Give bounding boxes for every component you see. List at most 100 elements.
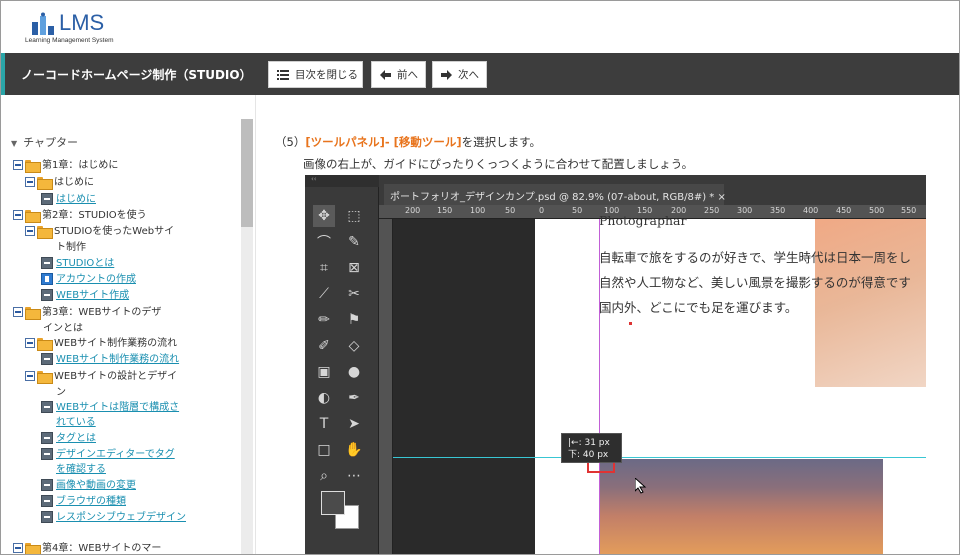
ruler-tick: 300 — [737, 206, 753, 215]
photoshop-screenshot: ‹‹ ✥ ⬚ ⌒ ✎ ⌗ ⊠ ⟋ ✂ ✏ ⚑ ✐ ◇ ▣ ● ◐ ✒ T ➤ □ — [305, 175, 926, 554]
ps-measure-tooltip: |←: 31 px 下: 40 px — [561, 433, 622, 463]
rectangle-tool-icon: □ — [317, 442, 331, 458]
next-label: 次へ — [458, 69, 479, 81]
next-button[interactable]: 次へ — [432, 61, 487, 88]
ruler-tick: 100 — [470, 206, 486, 215]
anchor-dot — [629, 322, 632, 325]
collapse-toggle-icon[interactable] — [13, 210, 23, 220]
path-select-icon: ➤ — [348, 416, 360, 432]
collapse-toggle-icon[interactable] — [25, 371, 35, 381]
eyedropper-icon: ⟋ — [319, 286, 329, 302]
collapse-toggle-icon[interactable] — [25, 226, 35, 236]
tree-section[interactable]: はじめに — [25, 175, 94, 190]
eraser-tool-icon: ◇ — [348, 338, 360, 354]
tree-lesson-link[interactable]: タグとは — [41, 431, 96, 446]
folder-icon — [25, 160, 41, 173]
tree-lesson-link[interactable]: デザインエディターでタグ — [41, 447, 175, 462]
title-accent — [1, 53, 5, 95]
ps-document-tab: ポートフォリオ_デザインカンプ.psd @ 82.9% (07-about, R… — [384, 184, 726, 205]
lesson-icon — [41, 193, 53, 205]
stamp-tool-icon: ⚑ — [347, 312, 361, 328]
prev-button[interactable]: 前へ — [371, 61, 426, 88]
tab-close-icon: × — [714, 192, 726, 203]
tree-lesson-link[interactable]: 画像や動画の変更 — [41, 478, 136, 493]
collapse-toggle-icon[interactable] — [13, 307, 23, 317]
move-tool-highlight: [移動ツール] — [393, 135, 462, 149]
folder-icon — [37, 371, 53, 384]
zoom-tool-icon: ⌕ — [320, 468, 328, 484]
ruler-tick: 200 — [405, 206, 421, 215]
tool-panel-highlight: [ツールパネル] — [305, 135, 385, 149]
logo-subtitle: Learning Management System — [25, 37, 114, 44]
ps-vertical-guide — [599, 219, 600, 554]
list-icon — [277, 69, 289, 80]
collapse-toggle-icon[interactable] — [25, 177, 35, 187]
tree-lesson-link[interactable]: はじめに — [41, 192, 96, 207]
ruler-tick: 50 — [572, 206, 583, 215]
ps-document-tabbar: ポートフォリオ_デザインカンプ.psd @ 82.9% (07-about, R… — [379, 175, 926, 205]
tree-chapter-2[interactable]: 第2章：STUDIOを使う — [13, 208, 147, 223]
ruler-tick: 500 — [869, 206, 885, 215]
course-title-bar: ノーコードホームページ制作（STUDIO） 目次を閉じる 前へ 次へ — [1, 53, 959, 95]
tree-section-cont: ン — [56, 387, 66, 398]
tree-lesson-link[interactable]: WEBサイト制作業務の流れ — [41, 352, 179, 367]
bookmark-icon — [41, 273, 53, 285]
tree-lesson-link[interactable]: WEBサイト作成 — [41, 288, 129, 303]
sidebar-scrollbar[interactable] — [241, 119, 253, 554]
tree-chapter-1[interactable]: 第1章：はじめに — [13, 158, 118, 173]
more-tools-icon: ⋯ — [347, 468, 361, 484]
close-toc-button[interactable]: 目次を閉じる — [268, 61, 363, 88]
lesson-icon — [41, 257, 53, 269]
lesson-icon — [41, 432, 53, 444]
folder-icon — [25, 543, 41, 554]
folder-icon — [25, 210, 41, 223]
tree-lesson-link[interactable]: STUDIOとは — [41, 256, 114, 271]
ps-text-line: 自然や人工物など、美しい風景を撮影するのが得意です — [599, 275, 911, 290]
arrow-left-icon — [380, 69, 391, 80]
collapse-toggle-icon[interactable] — [25, 338, 35, 348]
prev-label: 前へ — [397, 69, 418, 81]
lesson-icon — [41, 495, 53, 507]
move-tool-icon: ✥ — [313, 205, 335, 227]
beach-photo — [815, 219, 926, 387]
tree-section[interactable]: WEBサイトの設計とデザイ — [25, 369, 177, 384]
ps-text-line: 国内外、どこにでも足を運びます。 — [599, 300, 798, 315]
close-toc-label: 目次を閉じる — [295, 69, 358, 81]
collapse-toggle-icon[interactable] — [13, 543, 23, 553]
tree-lesson-link-cont[interactable]: れている — [56, 415, 96, 430]
sunset-photo — [599, 459, 883, 554]
tree-section[interactable]: STUDIOを使ったWebサイ — [25, 224, 174, 239]
tree-lesson-link[interactable]: ブラウザの種類 — [41, 494, 126, 509]
tree-chapter-3[interactable]: 第3章：WEBサイトのデザ — [13, 305, 161, 320]
type-tool-icon: T — [319, 416, 329, 432]
arrow-right-icon — [441, 69, 452, 80]
ruler-tick: 50 — [505, 206, 516, 215]
dodge-tool-icon: ◐ — [317, 390, 331, 406]
tree-lesson-link-current[interactable]: アカウントの作成 — [41, 272, 136, 287]
tree-chapter-4[interactable]: 第4章：WEBサイトのマー — [13, 541, 161, 554]
pen-tool-icon: ✒ — [348, 390, 360, 406]
lesson-icon — [41, 289, 53, 301]
collapse-toggle-icon[interactable] — [13, 160, 23, 170]
hand-tool-icon: ✋ — [345, 442, 363, 458]
tree-lesson-link[interactable]: レスポンシブウェブデザイン — [41, 510, 186, 525]
lesson-icon — [41, 479, 53, 491]
tree-lesson-link[interactable]: WEBサイトは階層で構成さ — [41, 400, 179, 415]
ruler-tick: 400 — [803, 206, 819, 215]
course-title: ノーコードホームページ制作（STUDIO） — [21, 68, 252, 82]
tree-chapter-cont: インとは — [43, 323, 83, 334]
spot-healing-icon: ✂ — [348, 286, 360, 302]
gradient-tool-icon: ▣ — [317, 364, 331, 380]
folder-icon — [37, 226, 53, 239]
tree-lesson-link-cont[interactable]: を確認する — [56, 462, 106, 477]
logo-text: LMS — [59, 10, 105, 35]
chapter-heading[interactable]: ▼ チャプター — [11, 134, 78, 150]
lms-logo[interactable]: LMS Learning Management System — [25, 10, 125, 46]
ruler-tick: 550 — [901, 206, 917, 215]
collapse-triangle-icon: ▼ — [11, 139, 18, 148]
ruler-tick: 0 — [539, 206, 545, 215]
tree-section[interactable]: WEBサイト制作業務の流れ — [25, 336, 177, 351]
sidebar-scrollbar-thumb[interactable] — [241, 119, 253, 227]
ps-text-line: 自転車で旅をするのが好きで、学生時代は日本一周をし — [599, 250, 912, 265]
ps-canvas-area: Photographar 自転車で旅をするのが好きで、学生時代は日本一周をし 自… — [393, 213, 926, 554]
